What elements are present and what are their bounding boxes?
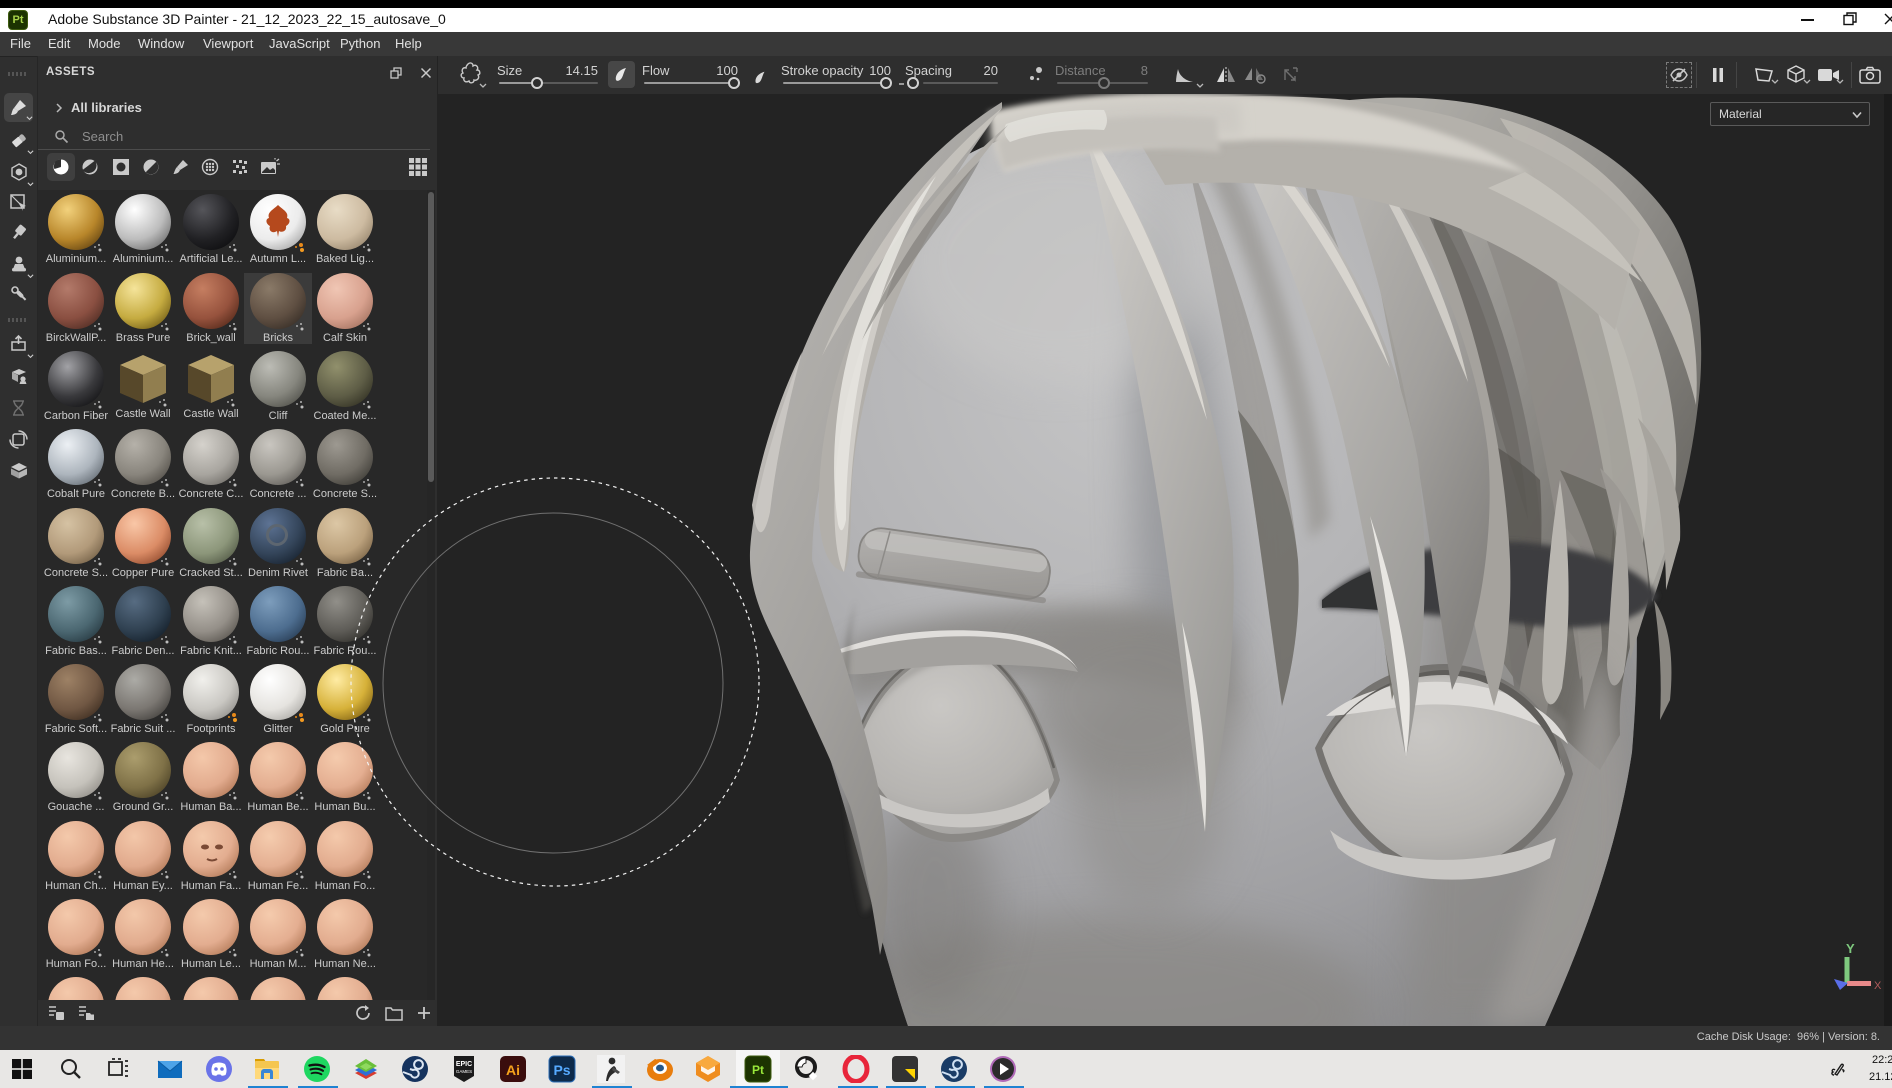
svg-text:EPIC: EPIC bbox=[456, 1061, 472, 1068]
svg-text:Y: Y bbox=[1846, 941, 1855, 956]
svg-text:X: X bbox=[1874, 980, 1882, 992]
svg-text:Ps: Ps bbox=[553, 1062, 570, 1078]
svg-text:Ai: Ai bbox=[506, 1062, 520, 1078]
svg-text:GAMES: GAMES bbox=[456, 1069, 472, 1074]
svg-text:Pt: Pt bbox=[752, 1063, 764, 1077]
